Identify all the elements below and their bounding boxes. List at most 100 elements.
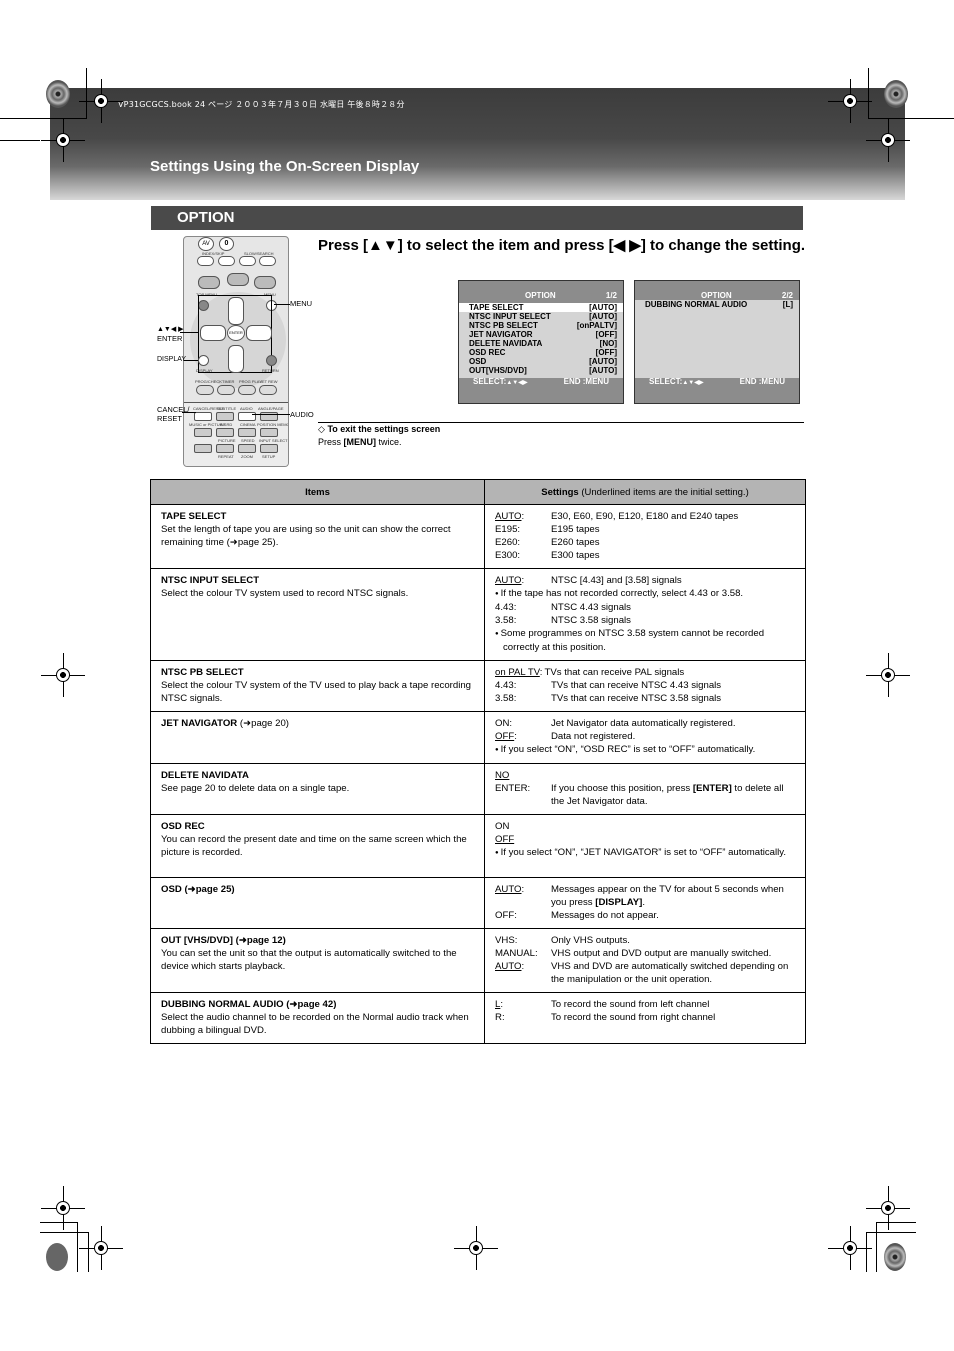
callout-display: DISPLAY bbox=[157, 356, 187, 363]
setting-key-wrap: 4.43: bbox=[495, 680, 517, 691]
setting-key-wrap: E260: bbox=[495, 537, 521, 548]
item-cell: NTSC PB SELECT Select the colour TV syste… bbox=[150, 660, 485, 712]
item-description: Select the audio channel to be recorded … bbox=[161, 1012, 469, 1036]
setting-text: To record the sound from left channel bbox=[551, 999, 710, 1010]
item-name: JET NAVIGATOR bbox=[161, 718, 238, 729]
remote-control-illustration: AV 0 INDEX/SKIP SLOW/SEARCH TOP MENU MEN… bbox=[183, 236, 289, 467]
crop-mark-line bbox=[876, 1222, 916, 1223]
osd-row-value: [AUTO] bbox=[589, 357, 617, 366]
setting-text-key: [DISPLAY] bbox=[595, 897, 643, 908]
setting-text: NTSC 3.58 signals bbox=[551, 615, 631, 626]
item-page-ref: (➜page 25) bbox=[181, 884, 235, 895]
cinema-button bbox=[238, 428, 256, 437]
setting-key: AUTO bbox=[495, 511, 522, 522]
setting-description: TVs that can receive PAL signals bbox=[544, 666, 684, 679]
setting-key-wrap: OFF: bbox=[495, 910, 517, 921]
speed-button bbox=[238, 444, 256, 453]
timer-label: TIMER bbox=[222, 379, 235, 384]
setting-option: AUTO: E30, E60, E90, E120, E180 and E240 … bbox=[495, 510, 795, 523]
osd-menu-row: NTSC PB SELECT [onPALTV] bbox=[459, 321, 623, 330]
table-header-row: Items Settings (Underlined items are the… bbox=[150, 479, 806, 505]
setting-description: Messages appear on the TV for about 5 se… bbox=[551, 883, 795, 909]
settings-cell: AUTO: Messages appear on the TV for about… bbox=[484, 877, 806, 929]
setting-key-wrap: E300: bbox=[495, 550, 521, 561]
osd-row-value: [OFF] bbox=[595, 330, 617, 339]
setting-text: TVs that can receive NTSC 4.43 signals bbox=[551, 680, 722, 691]
setting-text: NTSC 4.43 signals bbox=[551, 602, 631, 613]
registration-target-icon bbox=[881, 668, 895, 682]
left-button bbox=[200, 325, 226, 341]
settings-cell: AUTO: NTSC [4.43] and [3.58] signalsIf th… bbox=[484, 568, 806, 661]
crop-mark-line bbox=[0, 140, 40, 141]
setting-key: OFF bbox=[495, 834, 515, 845]
setting-option: on PAL TV: TVs that can receive PAL signa… bbox=[495, 666, 795, 679]
section-title: OPTION bbox=[177, 209, 235, 226]
setting-option: MANUAL: VHS output and DVD output are man… bbox=[495, 947, 795, 960]
setting-description: Messages do not appear. bbox=[551, 909, 659, 922]
column-header-items: Items bbox=[150, 479, 485, 505]
input-select-label: INPUT SELECT bbox=[259, 438, 288, 443]
item-title: JET NAVIGATOR (➜page 20) bbox=[161, 717, 474, 730]
crop-mark-line bbox=[866, 1232, 867, 1272]
item-title: DUBBING NORMAL AUDIO (➜page 42) bbox=[161, 998, 474, 1011]
prog-play-button bbox=[238, 385, 256, 395]
setting-key: ENTER bbox=[495, 783, 528, 794]
enter-label: ENTER bbox=[229, 330, 243, 335]
setting-key-wrap: 3.58: bbox=[495, 615, 517, 626]
setting-description: E30, E60, E90, E120, E180 and E240 tapes bbox=[551, 510, 738, 523]
setting-option: E300: E300 tapes bbox=[495, 549, 795, 562]
settings-cell: L: To record the sound from left channel R… bbox=[484, 992, 806, 1044]
subtitle-button bbox=[216, 412, 234, 421]
osd-menu-row: OSD [AUTO] bbox=[459, 357, 623, 366]
crop-mark-line bbox=[86, 68, 87, 119]
setting-key-wrap: 3.58: bbox=[495, 693, 517, 704]
osd-menu-list: TAPE SELECT [AUTO] NTSC INPUT SELECT [AUTO]… bbox=[459, 303, 623, 378]
setting-description: If you choose this position, press [ENTE… bbox=[551, 782, 795, 808]
subtitle-label: SUBTITLE bbox=[217, 406, 237, 411]
item-cell: OUT [VHS/DVD] (➜page 12) You can set the … bbox=[150, 928, 485, 993]
osd-title: OPTION bbox=[701, 291, 732, 300]
osd-menu-list: DUBBING NORMAL AUDIO [L] bbox=[635, 300, 799, 378]
setting-key-wrap: on PAL TV: bbox=[495, 667, 543, 678]
item-description: See page 20 to delete data on a single t… bbox=[161, 783, 350, 794]
item-name: NTSC PB SELECT bbox=[161, 667, 244, 678]
setting-text: NTSC [4.43] and [3.58] signals bbox=[551, 575, 682, 586]
item-name: DUBBING NORMAL AUDIO bbox=[161, 999, 284, 1010]
setting-text: Only VHS outputs. bbox=[551, 935, 630, 946]
registration-target-icon bbox=[94, 94, 108, 108]
callout-audio: AUDIO bbox=[290, 410, 314, 419]
osd-menu-row: OSD REC [OFF] bbox=[459, 348, 623, 357]
fast-forward-button bbox=[259, 256, 276, 266]
callout-line-arrows bbox=[180, 332, 198, 333]
setting-text: E300 tapes bbox=[551, 550, 600, 561]
item-title: OUT [VHS/DVD] (➜page 12) bbox=[161, 934, 474, 947]
crop-mark-line bbox=[0, 118, 86, 119]
option-settings-table: Items Settings (Underlined items are the… bbox=[150, 479, 806, 1044]
callout-enter: ENTER bbox=[157, 334, 183, 343]
display-label: DISPLAY bbox=[196, 368, 213, 373]
repeat-button bbox=[194, 444, 212, 453]
setting-key-wrap: ENTER: bbox=[495, 783, 531, 794]
settings-cell: VHS: Only VHS outputs. MANUAL: VHS output a… bbox=[484, 928, 806, 993]
position-memory-button bbox=[260, 428, 278, 437]
setting-text-prefix: Messages appear on the TV for about 5 se… bbox=[551, 884, 784, 908]
item-cell: JET NAVIGATOR (➜page 20) bbox=[150, 711, 485, 764]
display-button bbox=[198, 355, 209, 366]
setting-key: R bbox=[495, 1012, 502, 1023]
item-cell: DELETE NAVIDATA See page 20 to delete dat… bbox=[150, 763, 485, 815]
registration-target-icon bbox=[56, 133, 70, 147]
osd-row-label: JET NAVIGATOR bbox=[469, 330, 533, 339]
setting-text: VHS and DVD are automatically switched d… bbox=[551, 961, 789, 985]
setting-key-wrap: L: bbox=[495, 999, 504, 1010]
repeat-label: REPEAT bbox=[218, 454, 234, 459]
a-srd-button bbox=[216, 428, 234, 437]
setting-key-wrap: 4.43: bbox=[495, 602, 517, 613]
setting-key: 3.58 bbox=[495, 615, 514, 626]
registration-target-icon bbox=[469, 1241, 483, 1255]
setting-option: 3.58: NTSC 3.58 signals bbox=[495, 614, 795, 627]
item-name: OUT [VHS/DVD] bbox=[161, 935, 233, 946]
table-row: OSD REC You can record the present date a… bbox=[150, 814, 806, 878]
setting-option: ON bbox=[495, 820, 795, 833]
remote-lower-panel: CANCEL/RESET SUBTITLE AUDIO ANGLE/PAGE M… bbox=[184, 402, 288, 466]
setting-key: AUTO bbox=[495, 884, 522, 895]
